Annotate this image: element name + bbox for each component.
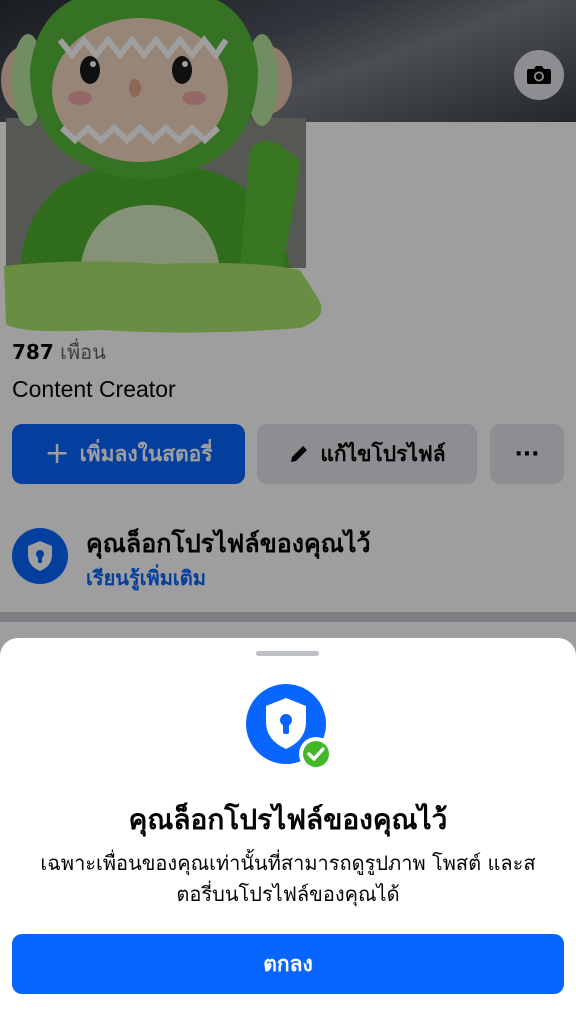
sheet-title: คุณล็อกโปรไฟล์ของคุณไว้ <box>128 803 448 836</box>
sheet-description: เฉพาะเพื่อนของคุณเท่านั้นที่สามารถดูรูปภ… <box>40 851 536 906</box>
drag-handle[interactable] <box>256 651 319 656</box>
bottom-sheet: คุณล็อกโปรไฟล์ของคุณไว้ เฉพาะเพื่อนของคุ… <box>0 638 576 1024</box>
ok-button[interactable]: ตกลง <box>12 934 564 994</box>
shield-lock-check-icon <box>246 684 333 771</box>
ok-button-label: ตกลง <box>263 951 313 976</box>
